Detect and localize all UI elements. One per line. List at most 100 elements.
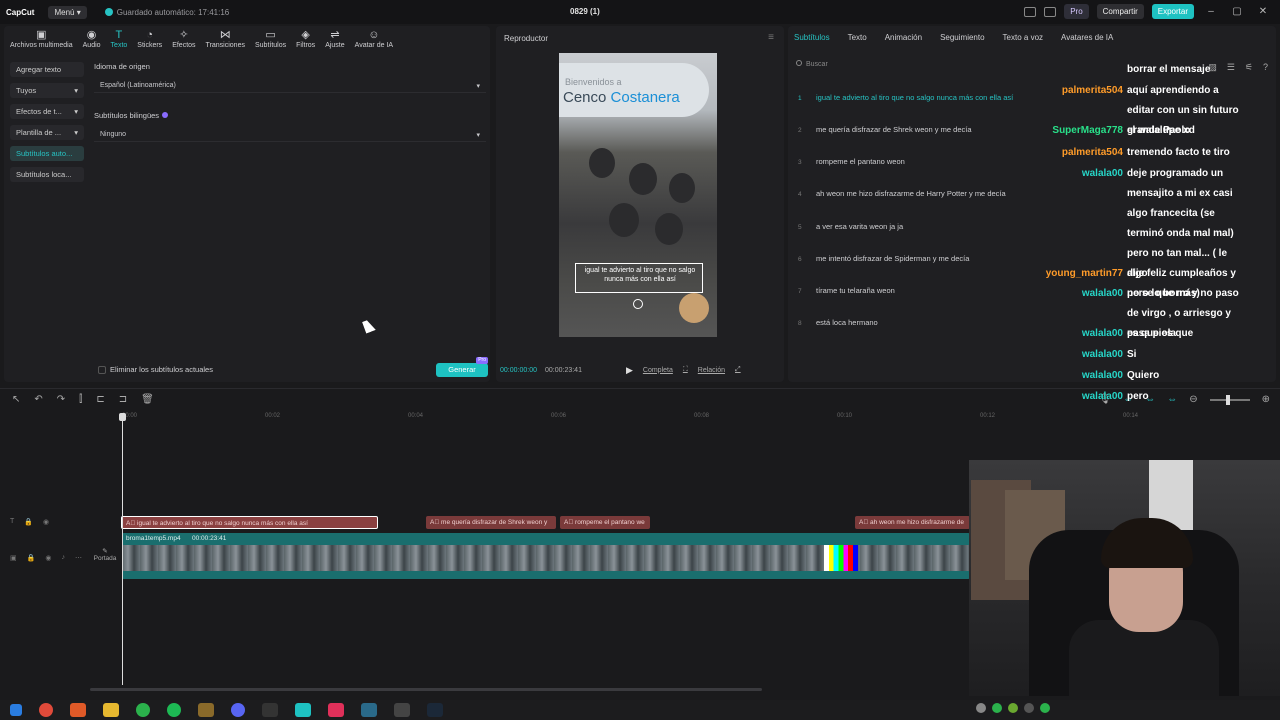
subnav-auto-subtitles[interactable]: Subtítulos auto... (10, 146, 84, 161)
subtitle-search[interactable]: Buscar (796, 60, 828, 68)
subtitle-row[interactable]: 4 ah weon me hizo disfrazarme de Harry Po… (798, 189, 1006, 201)
tray-app-icon[interactable] (1024, 703, 1034, 713)
app-icon[interactable] (361, 703, 377, 717)
ruler-tick: 00:04 (408, 413, 424, 419)
video-preview[interactable]: Bienvenidos a Cenco Costanera igual te a… (559, 53, 717, 337)
subtitle-row[interactable]: 8 está loca hermano (798, 318, 878, 330)
text-clip[interactable]: A⃞ me quería disfrazar de Shrek weon y (426, 516, 556, 529)
lock-icon[interactable]: 🔒 (24, 518, 33, 526)
split-left-icon[interactable]: ⊏ (96, 394, 104, 405)
subnav-templates[interactable]: Plantilla de ... ▾ (10, 125, 84, 140)
brave-icon[interactable] (70, 703, 86, 717)
toolbar-adjust[interactable]: ⇌ Ajuste (323, 28, 346, 49)
export-button[interactable]: Exportar (1151, 4, 1194, 19)
subtitle-row[interactable]: 3 rompeme el pantano weon (798, 157, 905, 169)
help-icon[interactable]: ? (1263, 62, 1268, 73)
toolbar-text[interactable]: T Texto (109, 28, 130, 49)
subtitle-row[interactable]: 6 me intentó disfrazar de Spiderman y me … (798, 254, 969, 266)
tab-text-to-speech[interactable]: Texto a voz (1003, 33, 1043, 42)
zoom-in-icon[interactable]: ⊕ (1262, 394, 1270, 405)
crop-icon[interactable]: ⛶ (683, 366, 688, 374)
playhead[interactable] (119, 413, 126, 685)
pro-button[interactable]: Pro (1064, 4, 1089, 19)
split-icon[interactable]: ⫿ (79, 394, 82, 405)
toolbar-effects[interactable]: ✧ Efectos (170, 28, 197, 49)
steam-icon[interactable] (427, 703, 443, 717)
close-icon[interactable]: ✕ (1254, 6, 1272, 17)
epic-games-icon[interactable] (262, 703, 278, 717)
toolbar-transitions[interactable]: ⋈ Transiciones (204, 28, 247, 49)
maximize-icon[interactable]: ▢ (1228, 6, 1246, 17)
windows-start-icon[interactable] (10, 704, 22, 716)
whatsapp-icon[interactable] (136, 703, 150, 717)
subnav-add-text[interactable]: Agregar texto (10, 62, 84, 77)
toolbar-subtitles[interactable]: ▭ Subtítulos (253, 28, 288, 49)
chat-line: walala00 es que es que (1000, 324, 1252, 344)
subnav-text-effects[interactable]: Efectos de t... ▾ (10, 104, 84, 119)
select-tool-icon[interactable]: ↖ (12, 394, 20, 405)
capcut-taskbar-icon[interactable] (295, 703, 311, 717)
minimize-icon[interactable]: – (1202, 6, 1220, 17)
tab-tracking[interactable]: Seguimiento (940, 33, 984, 42)
tray-app-icon[interactable] (1040, 703, 1050, 713)
tab-subtitles[interactable]: Subtítulos (794, 33, 830, 42)
subtitle-row[interactable]: 2 me quería disfrazar de Shrek weon y me … (798, 125, 972, 137)
remove-subtitles-option[interactable]: Eliminar los subtítulos actuales (98, 365, 213, 374)
eye-icon[interactable]: ◉ (43, 518, 49, 526)
subtitle-row[interactable]: 1 igual te advierto al tiro que no salgo … (798, 93, 1013, 105)
discord-icon[interactable] (231, 703, 245, 717)
timeline-scrollbar[interactable] (90, 688, 762, 691)
redo-icon[interactable]: ↷ (57, 394, 65, 405)
video-clip[interactable]: broma1temp5.mp4 00:00:23:41 (122, 533, 970, 579)
subtitle-row[interactable]: 7 tírame tu telaraña weon (798, 286, 895, 298)
menu-icon[interactable]: ≡ (768, 32, 774, 43)
toolbar-audio[interactable]: ◉ Audio (81, 28, 103, 49)
tab-animation[interactable]: Animación (885, 33, 922, 42)
eye-icon[interactable]: ◉ (45, 554, 51, 562)
play-icon[interactable]: ▶ (626, 365, 633, 376)
subnav-yours[interactable]: Tuyos ▾ (10, 83, 84, 98)
caption-selection-box[interactable]: igual te advierto al tiro que no salgo n… (575, 263, 703, 293)
cover-button[interactable]: ✎ Portada (92, 547, 118, 562)
delete-icon[interactable]: 🗑 (141, 394, 154, 405)
playhead-handle[interactable] (119, 413, 126, 421)
toolbar-stickers[interactable]: ◔ Stickers (135, 28, 164, 49)
subtitle-row[interactable]: 5 a ver esa varita weon ja ja (798, 222, 903, 234)
ratio-button[interactable]: Relación (698, 367, 725, 374)
tab-ai-avatars[interactable]: Avatares de IA (1061, 33, 1113, 42)
toolbar-avatar[interactable]: ☺ Avatar de IA (353, 28, 395, 49)
file-explorer-icon[interactable] (103, 703, 119, 717)
layout-icon[interactable] (1024, 6, 1037, 17)
split-right-icon[interactable]: ⊐ (119, 394, 127, 405)
tiktok-icon[interactable] (328, 703, 344, 717)
app-icon[interactable] (198, 703, 214, 717)
remove-subtitles-checkbox[interactable] (98, 365, 106, 374)
tray-app-icon[interactable] (992, 703, 1002, 713)
text-clip[interactable]: A⃞ ah weon me hizo disfrazarme de (855, 516, 970, 529)
bilingual-select[interactable]: Ninguno ▾ (94, 128, 486, 142)
spotify-icon[interactable] (167, 703, 181, 717)
shortcut-icon[interactable] (1044, 6, 1057, 17)
capcut-active-icon[interactable] (394, 703, 410, 717)
subnav-local-subtitles[interactable]: Subtítulos loca... (10, 167, 84, 182)
toolbar-media[interactable]: ▣ Archivos multimedia (8, 28, 75, 49)
full-quality-button[interactable]: Completa (643, 367, 673, 374)
more-icon[interactable]: ⋯ (75, 554, 82, 562)
tab-text[interactable]: Texto (848, 33, 867, 42)
chrome-icon[interactable] (39, 703, 53, 717)
tray-app-icon[interactable] (1008, 703, 1018, 713)
tray-chevron-icon[interactable] (976, 703, 986, 713)
generate-button[interactable]: Generar Pro (436, 357, 488, 377)
project-title[interactable]: 0829 (1) (570, 7, 600, 16)
undo-icon[interactable]: ↶ (34, 394, 42, 405)
share-button[interactable]: Compartir (1096, 4, 1144, 19)
menu-button[interactable]: Menú ▾ (48, 5, 87, 19)
source-language-select[interactable]: Español (Latinoamérica) ▾ (94, 79, 486, 93)
rotate-handle-icon[interactable] (633, 299, 643, 309)
audio-icon[interactable]: ♪ (61, 554, 65, 562)
fullscreen-icon[interactable]: ⤢ (735, 366, 741, 374)
lock-icon[interactable]: 🔒 (27, 554, 36, 562)
text-clip[interactable]: A⃞ rompeme el pantano we (560, 516, 650, 529)
text-clip[interactable]: A⃞ igual te advierto al tiro que no salg… (121, 516, 378, 529)
toolbar-filters[interactable]: ◈ Filtros (294, 28, 317, 49)
